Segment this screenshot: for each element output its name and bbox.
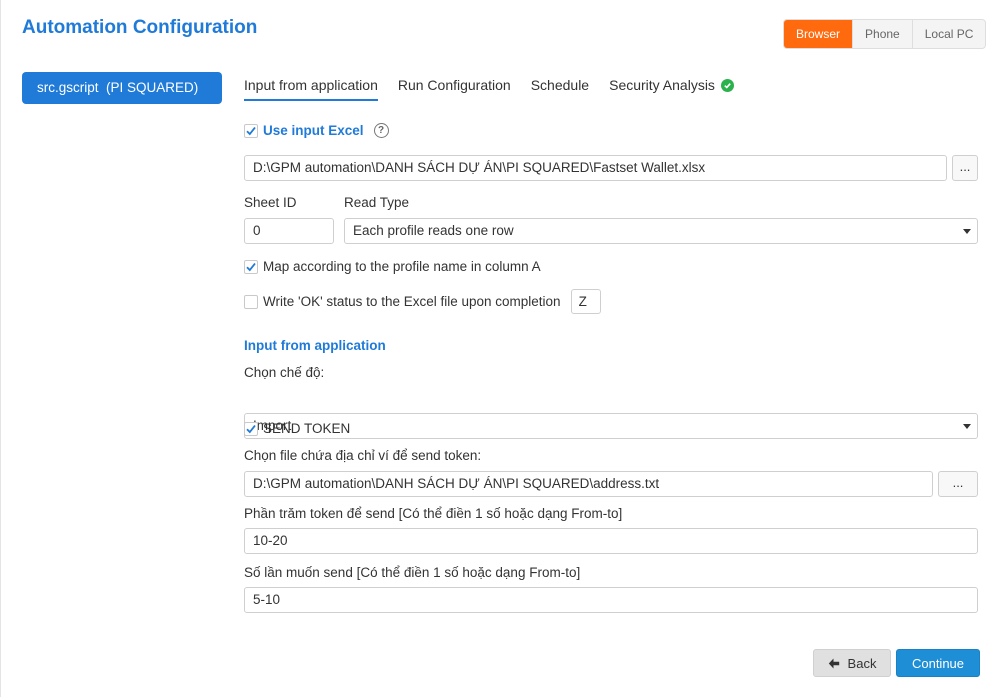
tab-input-from-application[interactable]: Input from application <box>244 72 378 101</box>
send-token-row: SEND TOKEN <box>244 421 350 436</box>
write-ok-column-input[interactable]: Z <box>570 289 601 314</box>
mode-select[interactable]: Import <box>244 413 978 439</box>
tab-label: Security Analysis <box>609 77 715 93</box>
app-window: Automation Configuration Browser Phone L… <box>0 0 998 697</box>
env-local-pc-button[interactable]: Local PC <box>911 20 986 48</box>
script-name: src.gscript <box>37 80 99 95</box>
send-token-checkbox[interactable] <box>244 421 258 436</box>
tab-schedule[interactable]: Schedule <box>531 72 589 101</box>
tab-label: Schedule <box>530 77 590 93</box>
map-profile-row: Map according to the profile name in col… <box>244 259 541 274</box>
read-type-label: Read Type <box>344 195 410 210</box>
tab-run-configuration[interactable]: Run Configuration <box>398 72 511 101</box>
send-token-label: SEND TOKEN <box>263 421 351 436</box>
write-ok-label: Write 'OK' status to the Excel file upon… <box>263 294 561 309</box>
tab-label: Input from application <box>244 77 378 93</box>
write-ok-row: Write 'OK' status to the Excel file upon… <box>244 289 601 314</box>
use-input-excel-label: Use input Excel <box>263 123 364 138</box>
chevron-down-icon <box>963 229 971 234</box>
arrow-left-icon <box>828 658 839 668</box>
address-browse-button[interactable]: ... <box>938 471 978 497</box>
section-title: Input from application <box>244 338 386 353</box>
read-type-select[interactable]: Each profile reads one row <box>344 218 978 244</box>
env-browser-button[interactable]: Browser <box>784 20 853 48</box>
sheet-id-input[interactable]: 0 <box>244 218 334 244</box>
map-profile-label: Map according to the profile name in col… <box>263 259 541 274</box>
times-label: Số lần muốn send [Có thể điền 1 số hoặc … <box>244 565 581 580</box>
percent-label: Phần trăm token để send [Có thể điền 1 s… <box>244 506 623 521</box>
checkmark-icon <box>246 262 256 271</box>
excel-browse-button[interactable]: ... <box>952 155 978 181</box>
sheet-id-label: Sheet ID <box>244 195 297 210</box>
address-file-path-field[interactable]: D:\GPM automation\DANH SÁCH DỰ ÁN\PI SQU… <box>244 471 933 497</box>
excel-file-path-field[interactable]: D:\GPM automation\DANH SÁCH DỰ ÁN\PI SQU… <box>244 155 947 181</box>
back-label: Back <box>847 655 877 671</box>
chevron-down-icon <box>963 424 971 429</box>
tab-bar: Input from application Run Configuration… <box>244 72 754 102</box>
tab-label: Run Configuration <box>397 77 511 93</box>
address-file-label: Chọn file chứa địa chỉ ví để send token: <box>244 448 482 463</box>
write-ok-checkbox[interactable] <box>244 294 258 309</box>
script-project: (PI SQUARED) <box>106 80 199 95</box>
times-input[interactable]: 5-10 <box>244 587 978 613</box>
map-profile-checkbox[interactable] <box>244 259 258 274</box>
read-type-value: Each profile reads one row <box>353 223 514 238</box>
mode-label: Chọn chế độ: <box>244 365 325 380</box>
environment-toggle: Browser Phone Local PC <box>783 19 987 49</box>
checkmark-icon <box>246 126 256 135</box>
back-button[interactable]: Back <box>813 649 891 677</box>
use-input-excel-checkbox[interactable] <box>244 123 258 138</box>
help-icon[interactable]: ? <box>373 123 389 138</box>
tab-security-analysis[interactable]: Security Analysis <box>609 72 734 101</box>
script-item[interactable]: src.gscript (PI SQUARED) <box>22 72 222 104</box>
continue-button[interactable]: Continue <box>896 649 980 677</box>
use-input-excel-row: Use input Excel ? <box>244 123 389 138</box>
page-title: Automation Configuration <box>22 17 258 38</box>
check-circle-icon <box>720 79 734 92</box>
checkmark-icon <box>246 424 256 433</box>
percent-input[interactable]: 10-20 <box>244 528 978 554</box>
env-phone-button[interactable]: Phone <box>852 20 912 48</box>
